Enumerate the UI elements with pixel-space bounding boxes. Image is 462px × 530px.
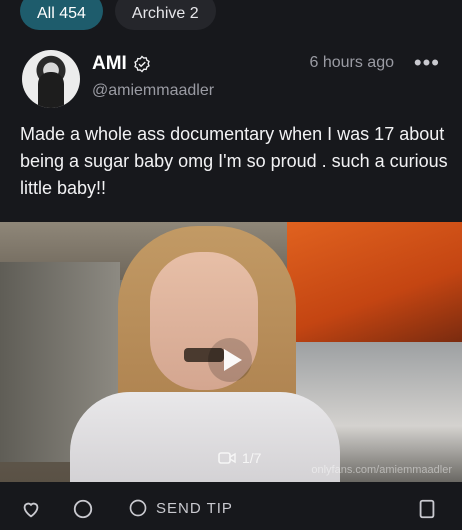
- tab-all[interactable]: All 454: [20, 0, 103, 30]
- media-watermark: onlyfans.com/amiemmaadler: [311, 464, 452, 476]
- tab-archive[interactable]: Archive 2: [114, 0, 216, 30]
- more-dots-icon[interactable]: •••: [414, 50, 440, 76]
- author-handle[interactable]: @amiemmaadler: [92, 82, 214, 100]
- post-text: Made a whole ass documentary when I was …: [20, 124, 448, 198]
- send-tip-button[interactable]: SEND TIP: [128, 498, 233, 518]
- author-name-text: AMI: [92, 53, 127, 74]
- heart-icon[interactable]: [20, 498, 42, 520]
- send-tip-label: SEND TIP: [156, 499, 233, 517]
- avatar[interactable]: [22, 50, 80, 108]
- play-icon[interactable]: [206, 336, 254, 384]
- comment-icon[interactable]: [72, 498, 94, 520]
- media-person-body: [70, 392, 340, 482]
- media-counter-text: 1/7: [242, 450, 262, 466]
- post-header: AMI @amiemmaadler 6 hours ago •••: [22, 50, 444, 110]
- video-icon: [218, 452, 236, 464]
- post-media[interactable]: 1/7 onlyfans.com/amiemmaadler: [0, 222, 462, 482]
- filter-tabs: All 454 Archive 2: [20, 0, 216, 30]
- media-counter: 1/7: [218, 450, 261, 466]
- avatar-figure: [38, 72, 64, 108]
- post-time: 6 hours ago: [309, 54, 394, 71]
- post-actions: SEND TIP: [0, 490, 462, 530]
- dollar-icon: [129, 499, 147, 517]
- author-name[interactable]: AMI: [92, 53, 151, 75]
- media-orange-object: [287, 222, 462, 342]
- bookmark-icon[interactable]: [416, 498, 438, 520]
- verified-badge-icon: [134, 55, 150, 73]
